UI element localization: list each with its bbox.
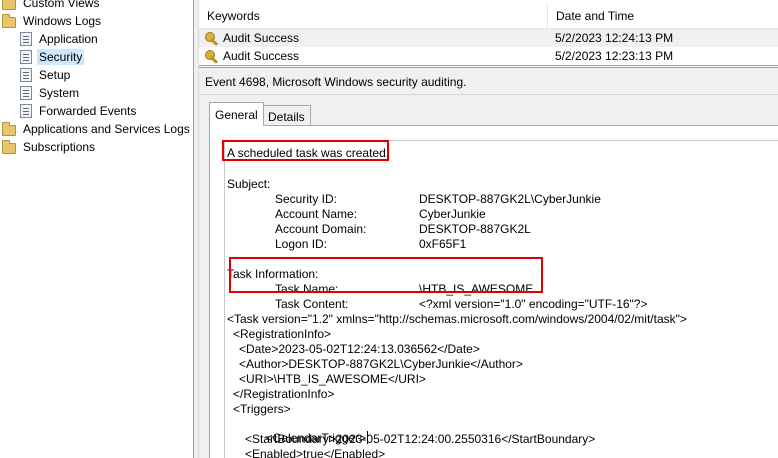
folder-icon [2, 121, 16, 136]
security-id-label: Security ID: [275, 192, 338, 206]
date-cell: 5/2/2023 12:24:13 PM [555, 31, 674, 45]
xml-line: <Triggers> [233, 402, 291, 416]
subject-heading: Subject: [227, 177, 271, 191]
account-name-value: CyberJunkie [419, 207, 486, 221]
xml-line: <Task version="1.2" xmlns="http://schema… [227, 312, 687, 326]
xml-line: <Enabled>true</Enabled> [245, 447, 386, 458]
column-header-date-and-time[interactable]: Date and Time [548, 4, 778, 28]
tree-item-custom-views[interactable]: Custom Views [2, 0, 101, 12]
title-divider [199, 94, 778, 95]
tree-item-label: Application [39, 32, 98, 46]
event-list: Keywords Date and Time Audit Success 5/2… [199, 0, 778, 66]
xml-line: <URI>\HTB_IS_AWESOME</URI> [239, 372, 426, 386]
xml-line: <StartBoundary>2023-05-02T12:24:00.25503… [245, 432, 596, 446]
tree-item-label: Security [37, 49, 85, 65]
highlight-box-task-name [229, 257, 543, 293]
keywords-cell: Audit Success [205, 47, 299, 65]
column-header-keywords[interactable]: Keywords [199, 4, 548, 28]
tree-item-setup[interactable]: Setup [20, 66, 72, 84]
keywords-text: Audit Success [223, 31, 300, 45]
tree-item-label: System [39, 86, 80, 100]
event-details-pane: Event 4698, Microsoft Windows security a… [199, 67, 778, 458]
security-id-value: DESKTOP-887GK2L\CyberJunkie [419, 192, 601, 206]
event-row[interactable]: Audit Success 5/2/2023 12:23:13 PM [199, 47, 778, 65]
tree-item-application[interactable]: Application [20, 30, 100, 48]
log-icon [20, 86, 32, 100]
keywords-text: Audit Success [223, 49, 300, 63]
task-content-label: Task Content: [275, 297, 349, 311]
account-name-label: Account Name: [275, 207, 358, 221]
key-icon [205, 49, 220, 63]
highlight-box-headline [222, 140, 389, 161]
tree-item-system[interactable]: System [20, 84, 81, 102]
folder-icon [2, 0, 16, 10]
tree-item-security[interactable]: Security [20, 48, 85, 66]
event-row[interactable]: Audit Success 5/2/2023 12:24:13 PM [199, 29, 778, 47]
tree-item-subscriptions[interactable]: Subscriptions [2, 138, 97, 156]
tab-general[interactable]: General [209, 102, 264, 126]
tree-item-windows-logs[interactable]: Windows Logs [2, 12, 103, 30]
tree-item-label: Windows Logs [23, 14, 102, 28]
tree-item-label: Custom Views [23, 0, 100, 10]
tab-details[interactable]: Details [262, 105, 311, 127]
tree-item-label: Setup [39, 68, 71, 82]
date-cell: 5/2/2023 12:23:13 PM [555, 49, 674, 63]
tree-item-forwarded-events[interactable]: Forwarded Events [20, 102, 138, 120]
tree-item-label: Subscriptions [23, 140, 96, 154]
account-domain-value: DESKTOP-887GK2L [419, 222, 531, 236]
folder-open-icon [2, 13, 16, 28]
keywords-cell: Audit Success [205, 29, 299, 47]
logon-id-value: 0xF65F1 [419, 237, 467, 251]
tree-item-applications-and-services-logs[interactable]: Applications and Services Logs [2, 120, 192, 138]
log-icon [20, 50, 32, 64]
log-tree: Custom Views Windows Logs Application Se… [0, 0, 193, 458]
xml-line: </RegistrationInfo> [233, 387, 335, 401]
subscriptions-icon [2, 139, 16, 154]
event-description[interactable]: A scheduled task was created. Subject: S… [224, 140, 778, 458]
xml-line: <Date>2023-05-02T12:24:13.036562</Date> [239, 342, 480, 356]
xml-line: <RegistrationInfo> [233, 327, 332, 341]
account-domain-label: Account Domain: [275, 222, 367, 236]
log-icon [20, 32, 32, 46]
event-title: Event 4698, Microsoft Windows security a… [205, 75, 467, 89]
tree-item-label: Applications and Services Logs [23, 122, 190, 136]
task-content-value: <?xml version="1.0" encoding="UTF-16"?> [419, 297, 648, 311]
xml-line: <Author>DESKTOP-887GK2L\CyberJunkie</Aut… [239, 357, 523, 371]
tree-item-label: Forwarded Events [39, 104, 137, 118]
log-icon [20, 68, 32, 82]
log-icon [20, 104, 32, 118]
logon-id-label: Logon ID: [275, 237, 328, 251]
key-icon [205, 31, 220, 45]
